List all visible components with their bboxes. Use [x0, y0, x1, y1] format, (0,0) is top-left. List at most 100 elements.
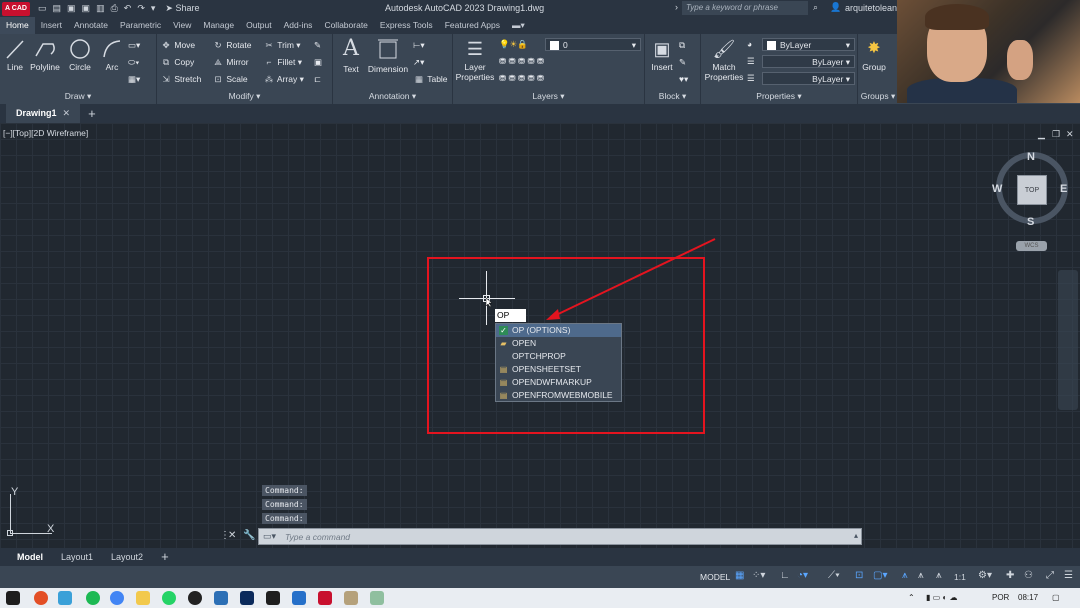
- tab-layout2[interactable]: Layout2: [102, 548, 152, 566]
- scale-button[interactable]: ⊡ Scale: [212, 74, 247, 85]
- autocomplete-item-opensheetset[interactable]: ▤ OPENSHEETSET: [496, 363, 621, 376]
- stretch-button[interactable]: ⇲ Stretch: [160, 74, 201, 85]
- line-button[interactable]: Line: [4, 38, 26, 72]
- tab-express-tools[interactable]: Express Tools: [374, 17, 439, 34]
- trim-button[interactable]: ✂ Trim ▾: [263, 40, 300, 51]
- compass-north[interactable]: N: [1027, 151, 1035, 163]
- move-button[interactable]: ✥ Move: [160, 40, 195, 51]
- create-block-icon[interactable]: ⧉: [679, 40, 685, 51]
- layer-tools-row-1[interactable]: ⛃ ⛃ ⛃ ⛃ ⛃: [499, 56, 544, 67]
- polar-icon[interactable]: ◔▾: [797, 570, 808, 581]
- annotation-scale-value[interactable]: 1:1: [954, 572, 966, 582]
- layer-dropdown[interactable]: 0 ▾: [545, 38, 641, 51]
- user-name[interactable]: arquitetolean...: [845, 3, 905, 13]
- erase-icon[interactable]: ✎: [314, 40, 321, 51]
- explode-icon[interactable]: ▣: [314, 57, 322, 68]
- app-icon-3[interactable]: [214, 591, 228, 605]
- app-icon-2[interactable]: [58, 591, 72, 605]
- autocomplete-item-open[interactable]: ▰ OPEN: [496, 337, 621, 350]
- undo-icon[interactable]: ↶: [124, 3, 132, 14]
- leader-icon[interactable]: ↗▾: [413, 57, 424, 68]
- chrome-icon[interactable]: [110, 591, 124, 605]
- search-icon[interactable]: ⌕: [813, 2, 818, 13]
- app-icon-1[interactable]: [34, 591, 48, 605]
- autocad-taskbar-icon[interactable]: [318, 591, 332, 605]
- fillet-button[interactable]: ⌐ Fillet ▾: [263, 57, 302, 68]
- search-input[interactable]: Type a keyword or phrase: [682, 1, 808, 15]
- save-icon[interactable]: ▣: [67, 3, 76, 14]
- notifications-icon[interactable]: ▢: [1052, 593, 1060, 602]
- table-grid-icon[interactable]: ▦▾: [128, 74, 140, 85]
- isolate-objects-icon[interactable]: ⚇: [1024, 570, 1033, 581]
- command-line-input[interactable]: ▭▾ Type a command ▴: [258, 528, 862, 545]
- tab-annotate[interactable]: Annotate: [68, 17, 114, 34]
- circle-button[interactable]: Circle: [66, 38, 94, 72]
- file-explorer-icon[interactable]: [136, 591, 150, 605]
- linetype-dropdown[interactable]: ByLayer ▾: [762, 55, 855, 68]
- customization-menu-icon[interactable]: ☰: [1064, 570, 1073, 581]
- linetype-icon[interactable]: ☰: [747, 73, 755, 84]
- offset-icon[interactable]: ⊏: [314, 74, 321, 85]
- workspace-gear-icon[interactable]: ⚙▾: [978, 570, 992, 581]
- viewcube-top-face[interactable]: TOP: [1017, 175, 1047, 205]
- rotate-button[interactable]: ↻ Rotate: [212, 40, 251, 51]
- photoshop-icon[interactable]: [240, 591, 254, 605]
- compass-east[interactable]: E: [1060, 183, 1067, 195]
- wcs-menu[interactable]: WCS: [1016, 241, 1047, 251]
- compass-south[interactable]: S: [1027, 216, 1034, 228]
- object-snap-icon[interactable]: ▢▾: [873, 570, 887, 581]
- dimension-button[interactable]: Dimension: [367, 38, 409, 74]
- tab-layout1[interactable]: Layout1: [52, 548, 102, 566]
- text-button[interactable]: A Text: [337, 36, 365, 74]
- ortho-icon[interactable]: ∟: [780, 570, 790, 581]
- match-properties-button[interactable]: 🖌 Match Properties: [703, 38, 745, 82]
- close-viewport-icon[interactable]: ✕: [1066, 129, 1074, 140]
- tab-parametric[interactable]: Parametric: [114, 17, 167, 34]
- close-icon[interactable]: ✕: [63, 108, 71, 118]
- windows-start-icon[interactable]: [6, 591, 20, 605]
- recent-commands-icon[interactable]: ▴: [854, 531, 858, 540]
- polyline-button[interactable]: Polyline: [29, 38, 61, 72]
- tray-icons[interactable]: ▮ ▭ ◐ ☁: [926, 593, 957, 602]
- tab-manage[interactable]: Manage: [197, 17, 240, 34]
- save-as-icon[interactable]: ▣: [82, 3, 91, 14]
- app-icon-5[interactable]: [344, 591, 358, 605]
- open-icon[interactable]: ▤: [53, 3, 62, 14]
- autocad-logo[interactable]: A CAD: [2, 1, 30, 16]
- user-icon[interactable]: 👤: [830, 2, 841, 13]
- whatsapp-icon[interactable]: [162, 591, 176, 605]
- close-command-icon[interactable]: ✕: [228, 530, 236, 541]
- hatch-icon[interactable]: ⬭▾: [128, 57, 139, 68]
- ribbon-options-icon[interactable]: ▬▾: [506, 17, 531, 34]
- command-prompt-icon[interactable]: ▭▾: [263, 531, 276, 542]
- properties-panel-title[interactable]: Properties ▾: [701, 91, 857, 102]
- insert-button[interactable]: ▣ Insert: [647, 38, 677, 72]
- customize-command-icon[interactable]: 🔧: [243, 530, 255, 541]
- arc-button[interactable]: Arc: [100, 38, 124, 72]
- plot-icon[interactable]: ⎙: [111, 3, 118, 14]
- table-button[interactable]: ▦ Table: [413, 74, 448, 85]
- redo-icon[interactable]: ↷: [137, 3, 145, 14]
- plus-icon[interactable]: ✚: [1006, 570, 1014, 581]
- clean-screen-icon[interactable]: ⤢: [1046, 570, 1054, 581]
- viewport-controls[interactable]: [−][Top][2D Wireframe]: [3, 128, 88, 138]
- annotation-scale-icon[interactable]: ⩚: [936, 570, 942, 581]
- tab-view[interactable]: View: [167, 17, 197, 34]
- block-panel-title[interactable]: Block ▾: [645, 91, 700, 102]
- new-tab-button[interactable]: +: [88, 106, 96, 121]
- lineweight-icon[interactable]: ☰: [747, 56, 755, 67]
- isodraft-icon[interactable]: ⟋▾: [828, 570, 840, 581]
- customize-icon[interactable]: ▾: [151, 3, 156, 14]
- mirror-button[interactable]: ⟁ Mirror: [212, 57, 248, 68]
- web-mobile-icon[interactable]: ▥: [96, 3, 105, 14]
- copy-button[interactable]: ⧉ Copy: [160, 57, 194, 68]
- color-dropdown[interactable]: ByLayer ▾: [762, 38, 855, 51]
- annotation-panel-title[interactable]: Annotation ▾: [333, 91, 452, 102]
- restore-icon[interactable]: ❐: [1052, 129, 1060, 140]
- linear-dim-icon[interactable]: ⊢▾: [413, 40, 425, 51]
- navigation-bar[interactable]: [1058, 270, 1078, 410]
- layer-tools-row-2[interactable]: ⛃ ⛃ ⛃ ⛃ ⛃: [499, 73, 544, 84]
- add-layout-button[interactable]: +: [152, 548, 178, 566]
- layer-state-icons[interactable]: 💡☀🔒: [499, 39, 528, 50]
- tab-insert[interactable]: Insert: [35, 17, 68, 34]
